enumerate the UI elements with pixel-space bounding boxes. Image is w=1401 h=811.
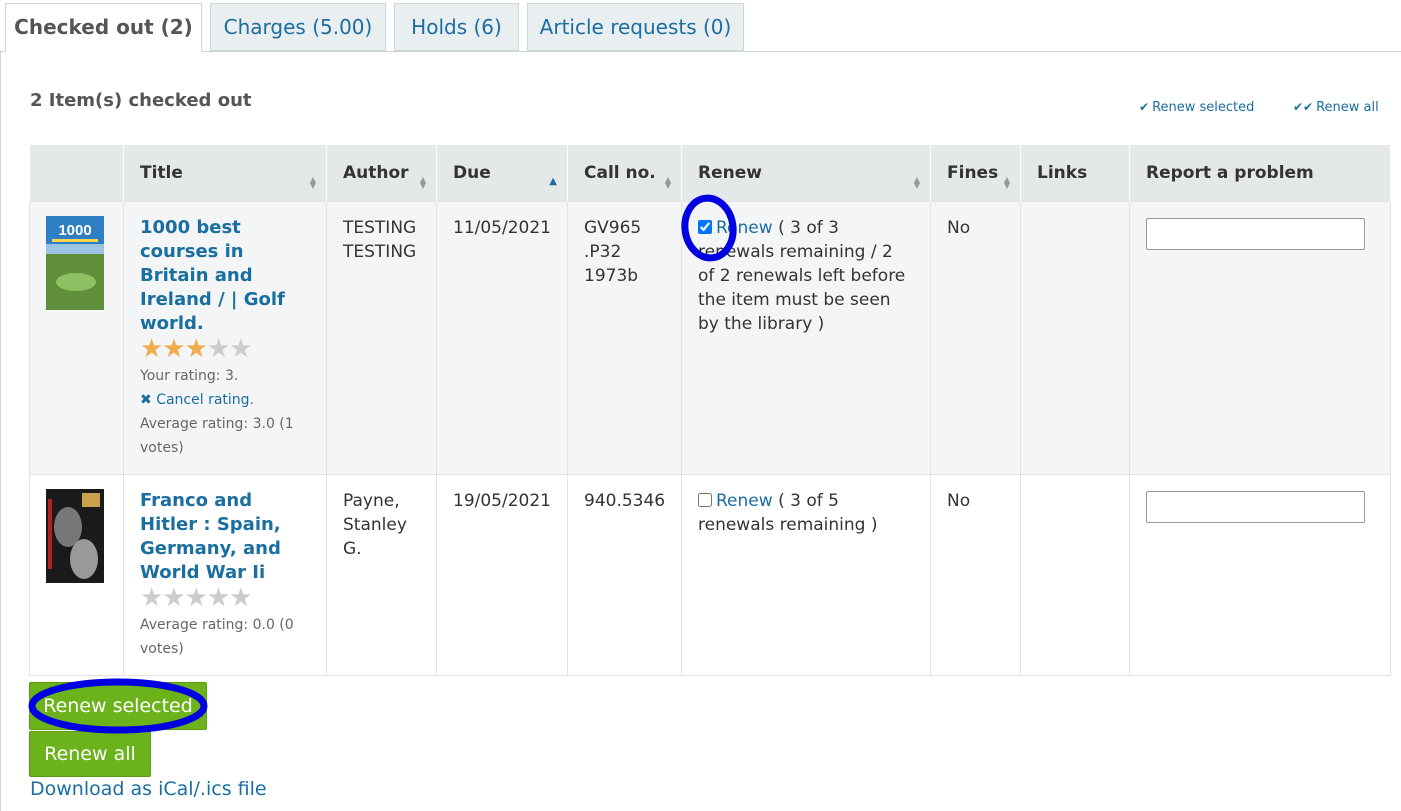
fines-cell: No — [930, 474, 1021, 676]
panel-border — [0, 51, 1, 811]
renew-selected-link[interactable]: ✔ Renew selected — [1139, 100, 1254, 115]
star-icon[interactable]: ★★★★★ — [140, 583, 253, 613]
column-callno-label: Call no. — [584, 163, 656, 183]
tab-holds[interactable]: Holds (6) — [394, 3, 519, 51]
checked-out-summary: 2 Item(s) checked out — [30, 90, 252, 111]
renew-all-link-label: Renew all — [1316, 100, 1379, 115]
table-header: Title ▲ ▼ Author ▲ ▼ Due ▲ Call no. ▲ ▼ Renew ▲ ▼… — [29, 145, 1391, 202]
ical-download-link[interactable]: Download as iCal/.ics file — [30, 778, 267, 800]
sort-asc-icon: ▲ — [549, 176, 557, 187]
report-cell — [1129, 474, 1391, 676]
cancel-rating-link[interactable]: ✖ Cancel rating — [140, 392, 250, 408]
average-rating: Average rating: 3.0 (1 votes) — [140, 416, 294, 456]
column-report-problem: Report a problem — [1129, 145, 1391, 202]
tab-checked-out[interactable]: Checked out (2) — [5, 3, 202, 52]
column-title[interactable]: Title ▲ ▼ — [123, 145, 327, 202]
author-cell: Payne, Stanley G. — [326, 474, 437, 676]
renew-selected-button[interactable]: Renew selected — [29, 682, 207, 730]
renew-link[interactable]: Renew — [716, 491, 773, 511]
table-row: 1000 1000 best courses in Britain and Ir… — [29, 201, 1391, 475]
due-cell: 19/05/2021 — [436, 474, 568, 676]
sort-icon: ▲ ▼ — [913, 175, 920, 190]
title-link[interactable]: Franco and Hitler : Spain, Germany, and … — [140, 490, 281, 583]
star-rating[interactable]: ★★★★★ — [140, 334, 310, 364]
check-icon: ✔ — [1139, 100, 1150, 114]
title-cell: 1000 best courses in Britain and Ireland… — [123, 201, 327, 475]
tab-divider — [0, 51, 1401, 52]
report-problem-input[interactable] — [1146, 491, 1365, 523]
links-cell — [1020, 474, 1130, 676]
column-report-label: Report a problem — [1146, 163, 1314, 183]
column-author[interactable]: Author ▲ ▼ — [326, 145, 437, 202]
column-links: Links — [1020, 145, 1130, 202]
column-renew-label: Renew — [698, 163, 762, 183]
column-callno[interactable]: Call no. ▲ ▼ — [567, 145, 682, 202]
due-cell: 11/05/2021 — [436, 201, 568, 475]
column-due[interactable]: Due ▲ — [436, 145, 568, 202]
cover-cell — [29, 474, 124, 676]
callno-cell: GV965 .P32 1973b — [567, 201, 682, 475]
title-cell: Franco and Hitler : Spain, Germany, and … — [123, 474, 327, 676]
double-check-icon: ✔✔ — [1293, 100, 1314, 114]
cover-cell: 1000 — [29, 201, 124, 475]
column-renew[interactable]: Renew ▲ ▼ — [681, 145, 931, 202]
renew-all-button[interactable]: Renew all — [29, 731, 151, 777]
sort-icon: ▲ ▼ — [664, 175, 671, 190]
tab-charges[interactable]: Charges (5.00) — [210, 3, 386, 51]
renew-checkbox[interactable] — [698, 493, 712, 507]
renew-link[interactable]: Renew — [716, 218, 773, 238]
sort-icon: ▲ ▼ — [419, 175, 426, 190]
column-fines[interactable]: Fines ▲ ▼ — [930, 145, 1021, 202]
renew-selected-link-label: Renew selected — [1152, 100, 1255, 115]
author-cell: TESTING TESTING — [326, 201, 437, 475]
star-icon[interactable]: ★★★ — [140, 334, 208, 364]
callno-cell: 940.5346 — [567, 474, 682, 676]
column-fines-label: Fines — [947, 163, 999, 183]
tab-bar: Checked out (2) Charges (5.00) Holds (6)… — [0, 0, 1401, 52]
renew-cell: Renew ( 3 of 5 renewals remaining ) — [681, 474, 931, 676]
renew-checkbox[interactable] — [698, 220, 712, 234]
report-problem-input[interactable] — [1146, 218, 1365, 250]
star-rating[interactable]: ★★★★★ — [140, 583, 310, 613]
fines-cell: No — [930, 201, 1021, 475]
book-cover-franco-hitler[interactable] — [46, 489, 104, 583]
star-icon[interactable]: ★★ — [207, 334, 253, 364]
average-rating: Average rating: 0.0 (0 votes) — [140, 617, 294, 657]
sort-icon: ▲ ▼ — [309, 175, 316, 190]
checkouts-table: Title ▲ ▼ Author ▲ ▼ Due ▲ Call no. ▲ ▼ Renew ▲ ▼… — [29, 145, 1391, 676]
renew-cell: Renew ( 3 of 3 renewals remaining / 2 of… — [681, 201, 931, 475]
renew-all-link[interactable]: ✔✔ Renew all — [1293, 100, 1379, 115]
sort-icon: ▲ ▼ — [1003, 175, 1010, 190]
svg-text:1000: 1000 — [58, 222, 91, 239]
report-cell — [1129, 201, 1391, 475]
column-cover — [29, 145, 124, 202]
title-link[interactable]: 1000 best courses in Britain and Ireland… — [140, 217, 285, 334]
links-cell — [1020, 201, 1130, 475]
table-row: Franco and Hitler : Spain, Germany, and … — [29, 474, 1391, 676]
column-links-label: Links — [1037, 163, 1088, 183]
tab-article-requests[interactable]: Article requests (0) — [527, 3, 744, 51]
book-cover-golf[interactable]: 1000 — [46, 216, 104, 310]
close-icon: ✖ — [140, 392, 152, 408]
column-title-label: Title — [140, 163, 183, 183]
your-rating: Your rating: 3. — [140, 368, 239, 384]
column-author-label: Author — [343, 163, 409, 183]
column-due-label: Due — [453, 163, 491, 183]
cancel-rating-label: Cancel rating — [156, 392, 250, 408]
